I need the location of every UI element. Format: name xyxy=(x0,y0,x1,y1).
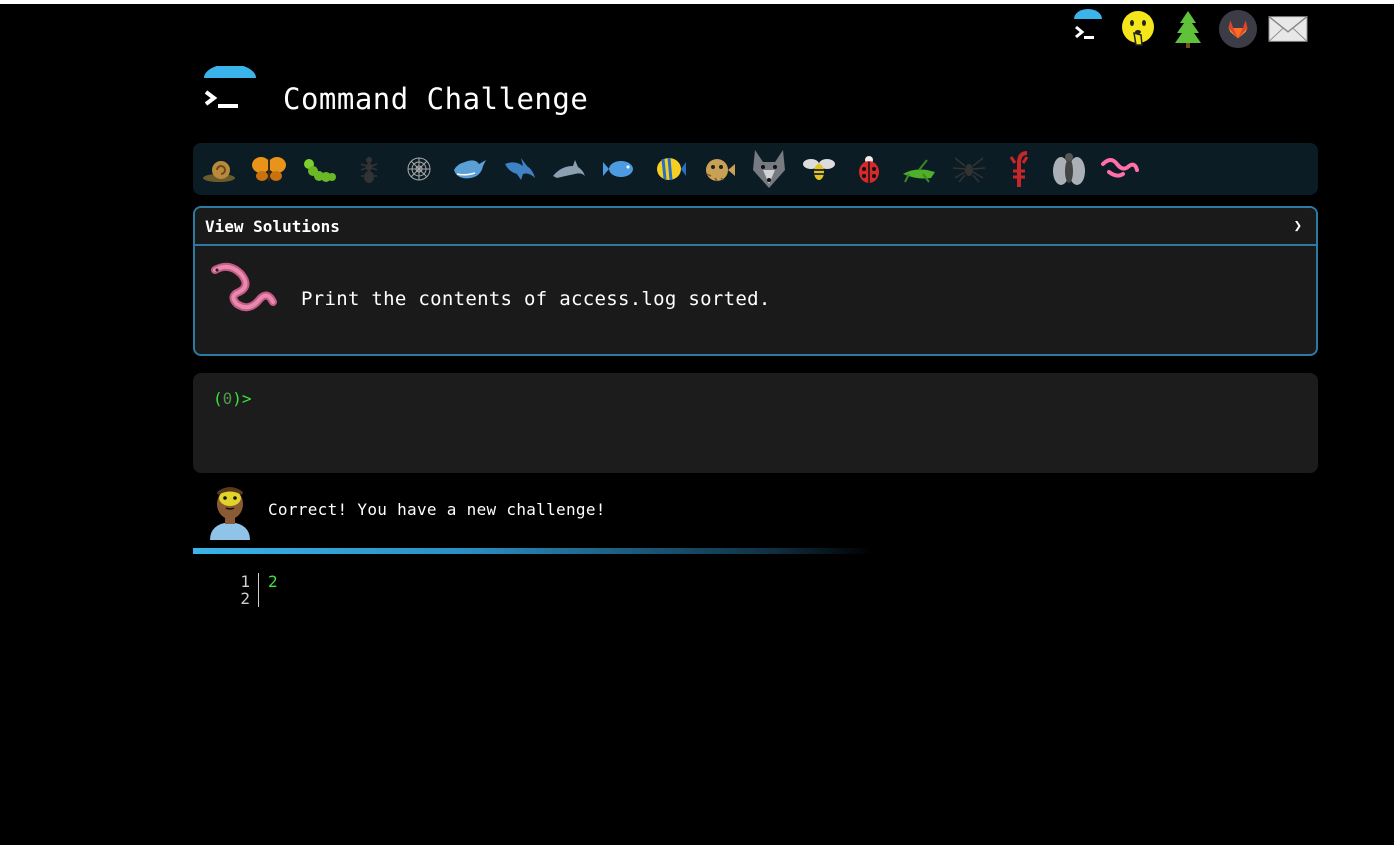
line-numbers: 1 2 xyxy=(240,572,250,608)
spider-icon[interactable] xyxy=(947,147,991,191)
terminal-prompt: (0)> xyxy=(213,389,252,408)
butterfly-icon[interactable] xyxy=(247,147,291,191)
top-nav xyxy=(1068,8,1308,50)
bee-icon[interactable] xyxy=(797,147,841,191)
page-title: Command Challenge xyxy=(283,82,589,116)
view-solutions-toggle[interactable]: View Solutions ❯ xyxy=(195,208,1316,246)
feedback-text: Correct! You have a new challenge! xyxy=(268,500,606,519)
caterpillar-icon[interactable] xyxy=(297,147,341,191)
cricket-icon[interactable] xyxy=(897,147,941,191)
shush-emoji-icon[interactable] xyxy=(1118,8,1158,50)
gutter-divider xyxy=(258,573,259,607)
worm-icon xyxy=(209,260,279,316)
fly-icon[interactable] xyxy=(1047,147,1091,191)
home-terminal-icon[interactable] xyxy=(1068,8,1108,50)
worm-icon[interactable] xyxy=(1097,147,1141,191)
chevron-right-icon: ❯ xyxy=(1293,218,1302,234)
ladybug-icon[interactable] xyxy=(847,147,891,191)
whale-icon[interactable] xyxy=(447,147,491,191)
terminal-input[interactable] xyxy=(259,385,1293,411)
snail-icon[interactable] xyxy=(197,147,241,191)
output-lines: 2 xyxy=(268,572,278,591)
challenge-text: Print the contents of access.log sorted. xyxy=(301,288,771,310)
dolphin-icon[interactable] xyxy=(547,147,591,191)
top-border xyxy=(0,0,1394,4)
spider-web-icon[interactable] xyxy=(397,147,441,191)
blowfish-icon[interactable] xyxy=(697,147,741,191)
mail-icon[interactable] xyxy=(1268,8,1308,50)
view-solutions-label: View Solutions xyxy=(205,216,340,236)
ant-icon[interactable] xyxy=(347,147,391,191)
level-bar xyxy=(193,143,1318,195)
tree-icon[interactable] xyxy=(1168,8,1208,50)
challenge-panel: View Solutions ❯ Print the contents of a… xyxy=(193,206,1318,356)
gitlab-icon[interactable] xyxy=(1218,8,1258,50)
logo-terminal-icon[interactable] xyxy=(200,64,260,120)
fish-icon[interactable] xyxy=(597,147,641,191)
scorpion-icon[interactable] xyxy=(997,147,1041,191)
bearded-person-icon xyxy=(206,484,254,540)
tropical-fish-icon[interactable] xyxy=(647,147,691,191)
wolf-icon[interactable] xyxy=(747,147,791,191)
terminal[interactable]: (0)> xyxy=(193,373,1318,473)
shark-icon[interactable] xyxy=(497,147,541,191)
progress-bar xyxy=(193,548,873,554)
